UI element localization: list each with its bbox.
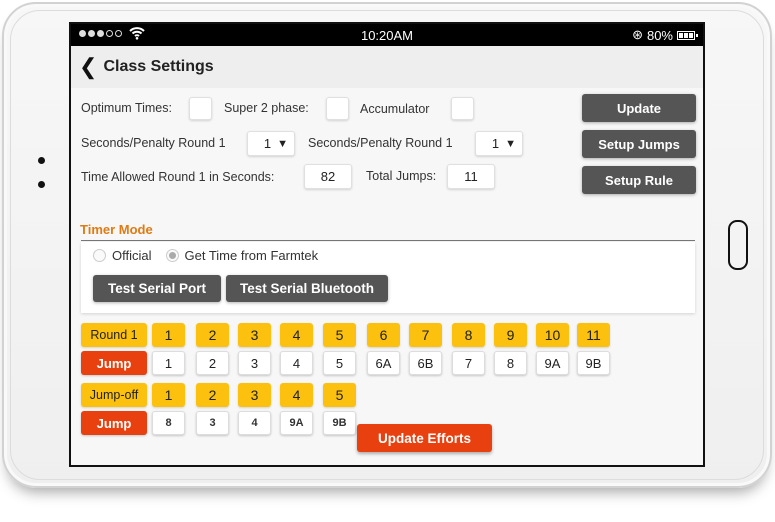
jumpoff-number-cell: 1: [152, 383, 185, 407]
settings-content: Optimum Times: Super 2 phase: Accumulato…: [71, 88, 703, 465]
round1-jump-cell[interactable]: 8: [494, 351, 527, 375]
round1-jump-cell[interactable]: 5: [323, 351, 356, 375]
penalty-round1b-value: 1: [491, 136, 500, 151]
official-label: Official: [112, 248, 152, 263]
jumpoff-number-cell: 5: [323, 383, 356, 407]
round1-jump-cell[interactable]: 1: [152, 351, 185, 375]
test-serial-bluetooth-button[interactable]: Test Serial Bluetooth: [226, 275, 388, 302]
penalty-round1-value: 1: [263, 136, 272, 151]
super2-phase-label: Super 2 phase:: [224, 101, 309, 115]
jumpoff-jump-cell[interactable]: 3: [196, 411, 229, 435]
round1-number-cell: 4: [280, 323, 313, 347]
round1-label: Round 1: [81, 323, 147, 347]
jumpoff-jump-cell[interactable]: 8: [152, 411, 185, 435]
timer-mode-title: Timer Mode: [80, 222, 153, 237]
camera-dot: [38, 181, 45, 188]
round1-jump-cell[interactable]: 7: [452, 351, 485, 375]
total-jumps-input[interactable]: 11: [447, 164, 495, 189]
app-screen: 10:20AM ⊛ 80% ❮ Class Settings Optimum T…: [69, 22, 705, 467]
dropdown-arrow-icon: ▼: [505, 137, 516, 150]
round1-number-cell: 6: [367, 323, 400, 347]
round1-number-cell: 8: [452, 323, 485, 347]
round1-jump-cell[interactable]: 6A: [367, 351, 400, 375]
round1-jump-cell[interactable]: 4: [280, 351, 313, 375]
round1-jump-cell[interactable]: 9A: [536, 351, 569, 375]
total-jumps-label: Total Jumps:: [366, 169, 437, 183]
status-time: 10:20AM: [360, 28, 414, 43]
optimum-times-checkbox[interactable]: [189, 97, 212, 120]
page-title: Class Settings: [103, 58, 214, 75]
farmtek-radio[interactable]: [165, 249, 179, 262]
penalty-round1-label: Seconds/Penalty Round 1: [81, 136, 226, 150]
test-serial-port-button[interactable]: Test Serial Port: [93, 275, 221, 302]
accumulator-label: Accumulator: [360, 102, 430, 116]
round1-number-cell: 1: [152, 323, 185, 347]
chevron-left-icon[interactable]: ❮: [79, 56, 97, 78]
section-divider: [81, 240, 695, 241]
battery-percent: 80%: [646, 27, 673, 43]
super2-phase-checkbox[interactable]: [326, 97, 349, 120]
round1-jump-cell[interactable]: 3: [238, 351, 271, 375]
update-button[interactable]: Update: [582, 94, 696, 122]
jumpoff-number-cell: 2: [196, 383, 229, 407]
jumpoff-number-cell: 4: [280, 383, 313, 407]
round1-jump-label: Jump: [81, 351, 147, 375]
battery-icon: [677, 30, 698, 40]
round1-jump-cell[interactable]: 9B: [577, 351, 610, 375]
dropdown-arrow-icon: ▼: [277, 137, 288, 150]
jumpoff-jump-cell[interactable]: 4: [238, 411, 271, 435]
setup-jumps-button[interactable]: Setup Jumps: [582, 130, 696, 158]
optimum-times-label: Optimum Times:: [81, 101, 172, 115]
status-bar: 10:20AM ⊛ 80%: [71, 24, 703, 46]
jumpoff-jump-cell[interactable]: 9A: [280, 411, 313, 435]
jumpoff-jump-cell[interactable]: 9B: [323, 411, 356, 435]
update-efforts-button[interactable]: Update Efforts: [357, 424, 492, 452]
setup-rule-button[interactable]: Setup Rule: [582, 166, 696, 194]
round1-jump-cell[interactable]: 2: [196, 351, 229, 375]
round1-number-cell: 5: [323, 323, 356, 347]
jumpoff-number-cell: 3: [238, 383, 271, 407]
bluetooth-icon: ⊛: [632, 27, 643, 42]
time-allowed-input[interactable]: 82: [304, 164, 352, 189]
round1-jump-cell[interactable]: 6B: [409, 351, 442, 375]
timer-mode-panel: Official Get Time from Farmtek Test Seri…: [81, 242, 695, 313]
penalty-round1b-label: Seconds/Penalty Round 1: [308, 136, 453, 150]
round1-number-cell: 10: [536, 323, 569, 347]
penalty-round1b-select[interactable]: 1 ▼: [475, 131, 523, 156]
penalty-round1-select[interactable]: 1 ▼: [247, 131, 295, 156]
round1-number-cell: 2: [196, 323, 229, 347]
sensor-dot: [38, 157, 45, 164]
round1-number-cell: 3: [238, 323, 271, 347]
jumpoff-jump-label: Jump: [81, 411, 147, 435]
time-allowed-label: Time Allowed Round 1 in Seconds:: [81, 170, 275, 184]
home-button[interactable]: [728, 220, 748, 270]
nav-bar: ❮ Class Settings: [71, 46, 703, 88]
jumpoff-label: Jump-off: [81, 383, 147, 407]
farmtek-label: Get Time from Farmtek: [184, 248, 319, 263]
accumulator-checkbox[interactable]: [451, 97, 474, 120]
official-radio[interactable]: [93, 249, 106, 262]
round1-number-cell: 11: [577, 323, 610, 347]
round1-number-cell: 7: [409, 323, 442, 347]
round1-number-cell: 9: [494, 323, 527, 347]
